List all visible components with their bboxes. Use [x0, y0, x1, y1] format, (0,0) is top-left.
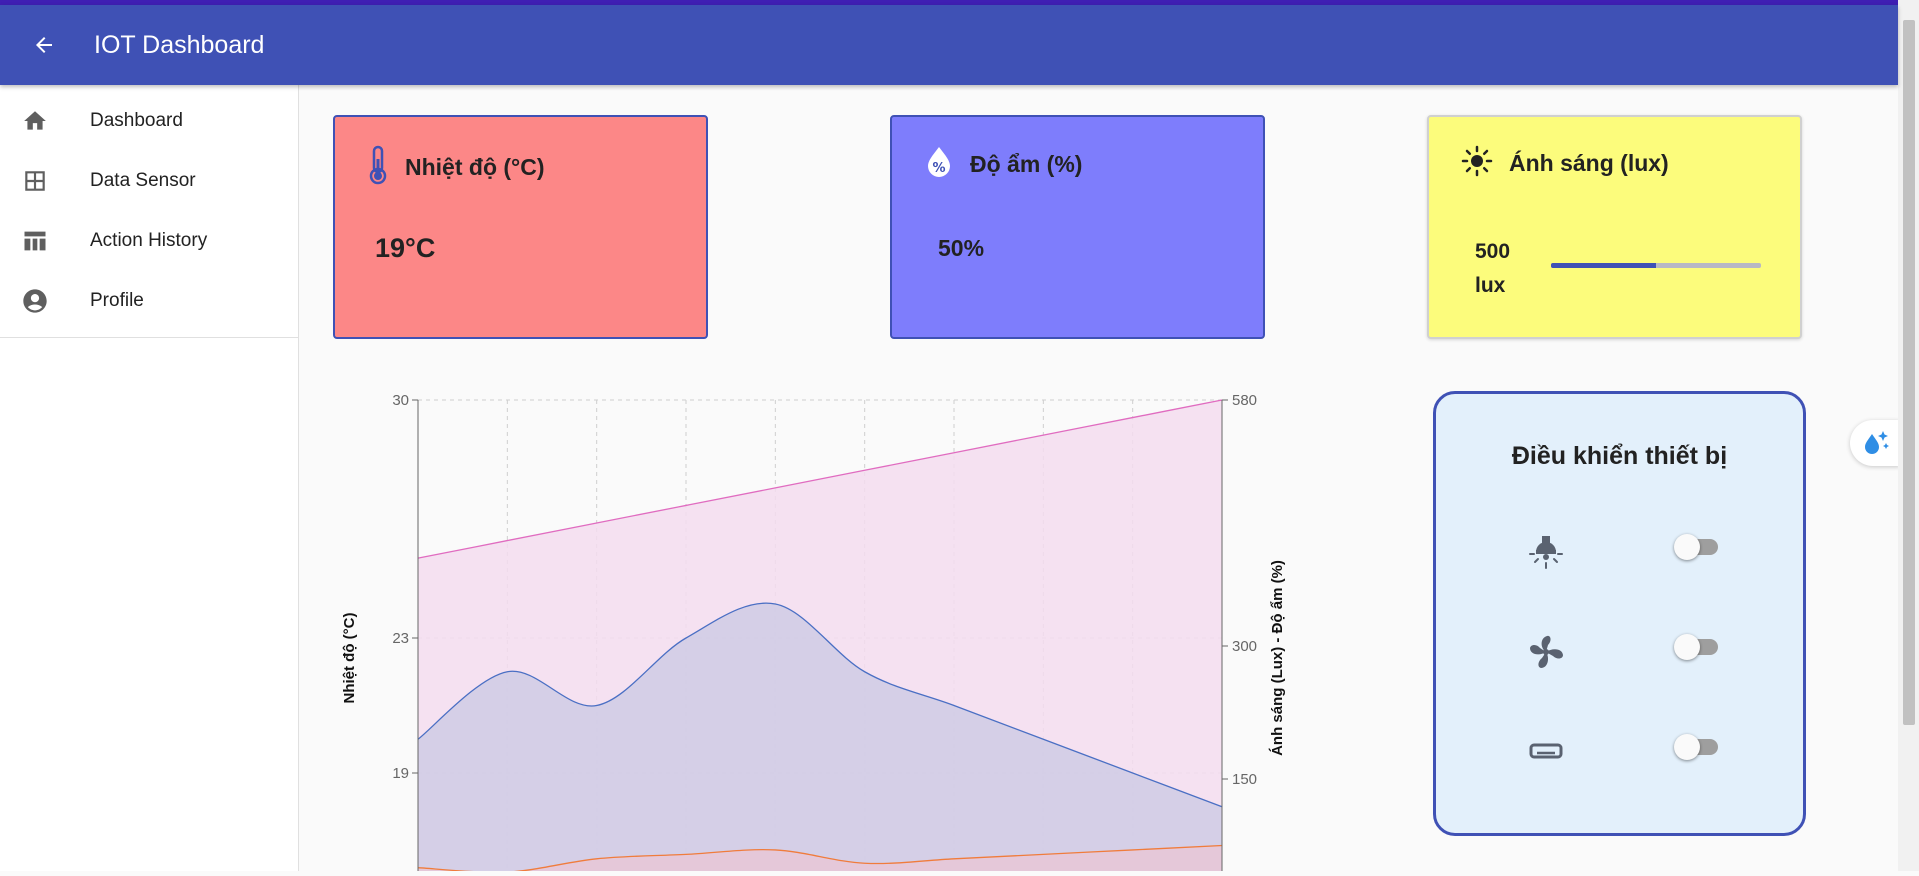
- humidity-value: 50%: [938, 235, 985, 261]
- app-title: IOT Dashboard: [94, 30, 265, 59]
- left-tick-label: 23: [392, 630, 409, 647]
- water-percent-icon: %: [924, 145, 954, 184]
- light-level-fill: [1551, 263, 1656, 268]
- right-tick-label: 580: [1232, 392, 1257, 409]
- air-conditioner-toggle[interactable]: [1674, 730, 1722, 764]
- humidity-card: % Độ ẩm (%) 50%: [890, 115, 1265, 339]
- device-row-air-conditioner: [1436, 730, 1803, 790]
- sidebar-item-action-history[interactable]: Action History: [0, 211, 298, 271]
- light-level-bar: [1551, 263, 1761, 268]
- card-title: Độ ẩm (%): [970, 151, 1083, 177]
- y2-axis-label: Ánh sáng (Lux) - Độ ẩm (%): [1269, 560, 1286, 756]
- temperature-card: Nhiệt độ (°C) 19°C: [333, 115, 708, 339]
- light-value: 500 lux: [1475, 240, 1511, 297]
- light-toggle[interactable]: [1674, 530, 1722, 564]
- sidebar: Dashboard Data Sensor Action History Pro…: [0, 85, 299, 871]
- device-row-fan: [1436, 630, 1803, 690]
- fan-toggle[interactable]: [1674, 630, 1722, 664]
- svg-text:%: %: [932, 161, 945, 176]
- sensor-chart-svg: 30 23 19 580 300 150 Nhiệt độ (°C) Ánh sáng (Lu…: [341, 392, 1286, 876]
- assistant-button[interactable]: [1850, 420, 1900, 466]
- sparkle-drop-icon: [1865, 431, 1889, 454]
- temperature-value: 19°C: [375, 233, 436, 263]
- account-circle-icon: [20, 286, 50, 316]
- sidebar-item-label: Profile: [90, 290, 144, 311]
- toggle-thumb: [1674, 634, 1700, 660]
- device-control-panel: Điều khiển thiết bị: [1433, 391, 1806, 836]
- y-axis-label: Nhiệt độ (°C): [341, 613, 358, 704]
- sidebar-item-data-sensor[interactable]: Data Sensor: [0, 151, 298, 211]
- right-tick-label: 150: [1232, 771, 1257, 788]
- app-bar: IOT Dashboard: [0, 5, 1898, 85]
- thermometer-icon: [367, 145, 389, 190]
- grid-icon: [20, 166, 50, 196]
- card-title: Ánh sáng (lux): [1509, 150, 1669, 176]
- light-bulb-icon: [1524, 530, 1568, 574]
- scrollbar-thumb[interactable]: [1903, 20, 1915, 725]
- sidebar-item-label: Data Sensor: [90, 170, 196, 191]
- left-tick-label: 19: [392, 765, 409, 782]
- arrow-left-icon: [36, 37, 52, 53]
- fan-icon: [1524, 630, 1568, 674]
- card-title: Nhiệt độ (°C): [405, 154, 545, 180]
- sidebar-divider: [0, 337, 298, 338]
- sidebar-item-label: Dashboard: [90, 110, 183, 131]
- toggle-thumb: [1674, 734, 1700, 760]
- sidebar-item-dashboard[interactable]: Dashboard: [0, 91, 298, 151]
- sensor-chart: 30 23 19 580 300 150 Nhiệt độ (°C) Ánh sáng (Lu…: [330, 380, 1310, 876]
- air-conditioner-icon: [1524, 730, 1568, 774]
- sidebar-item-label: Action History: [90, 230, 208, 251]
- right-tick-label: 300: [1232, 638, 1257, 655]
- home-icon: [20, 106, 50, 136]
- light-card: Ánh sáng (lux) 500 lux: [1427, 115, 1802, 339]
- table-icon: [20, 226, 50, 256]
- control-panel-title: Điều khiển thiết bị: [1511, 442, 1728, 470]
- left-tick-label: 30: [392, 392, 409, 409]
- back-button[interactable]: [20, 21, 68, 69]
- sun-icon: [1461, 145, 1493, 182]
- device-row-light: [1436, 530, 1803, 590]
- sidebar-item-profile[interactable]: Profile: [0, 271, 298, 331]
- toggle-thumb: [1674, 534, 1700, 560]
